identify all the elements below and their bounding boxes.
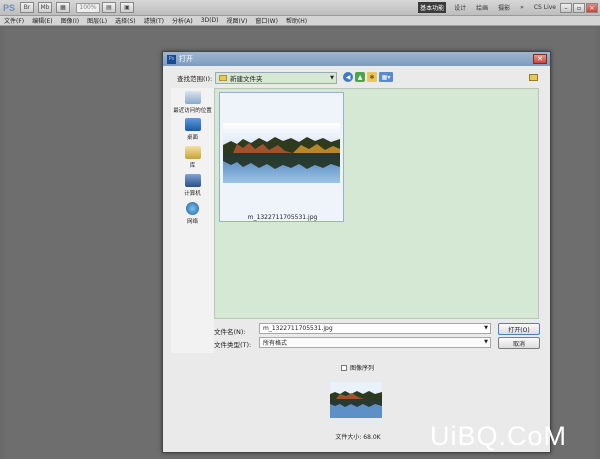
image-sequence-checkbox[interactable] xyxy=(341,364,347,371)
places-bar: 最近访问的位置 桌面 库 计算机 网络 xyxy=(171,88,214,353)
menu-3d[interactable]: 3D(D) xyxy=(197,17,223,24)
place-network[interactable]: 网络 xyxy=(171,202,214,225)
workspace-photography[interactable]: 摄影 xyxy=(496,2,512,13)
menu-image[interactable]: 图像(I) xyxy=(57,16,83,25)
open-dialog: Ps 打开 ✕ 查找范围(I): 新建文件夹 ▼ ◀ ▲ ✱ ▦▾ 最近访问的位… xyxy=(162,51,551,453)
look-in-value: 新建文件夹 xyxy=(230,75,263,83)
cancel-button[interactable]: 取消 xyxy=(498,337,540,349)
app-toolbar: PS Br Mb ▦ 100% ▤ ▣ 基本功能 设计 绘画 摄影 » CS L… xyxy=(0,0,600,16)
up-folder-icon[interactable]: ▲ xyxy=(355,72,365,82)
cs-live-button[interactable]: CS Live xyxy=(532,3,558,12)
look-in-select[interactable]: 新建文件夹 ▼ xyxy=(215,72,337,84)
dialog-title-bar[interactable]: Ps 打开 xyxy=(163,52,550,66)
workspace-design[interactable]: 设计 xyxy=(452,2,468,13)
more-workspaces-button[interactable]: » xyxy=(518,3,526,12)
file-list[interactable]: m_1322711705531.jpg xyxy=(214,88,539,319)
workspace-essentials[interactable]: 基本功能 xyxy=(418,2,447,13)
folder-icon xyxy=(219,75,227,81)
file-name-label: 文件名(N): xyxy=(214,328,246,336)
menu-select[interactable]: 选择(S) xyxy=(111,16,140,25)
file-thumbnail xyxy=(223,123,340,183)
desktop-icon xyxy=(184,118,201,131)
minimize-icon[interactable]: – xyxy=(560,3,572,13)
menu-analysis[interactable]: 分析(A) xyxy=(168,16,197,25)
place-desktop[interactable]: 桌面 xyxy=(171,118,214,141)
menu-bar: 文件(F) 编辑(E) 图像(I) 图层(L) 选择(S) 滤镜(T) 分析(A… xyxy=(0,16,600,26)
network-icon xyxy=(186,202,199,215)
folder-options-icon[interactable] xyxy=(529,74,538,81)
menu-help[interactable]: 帮助(H) xyxy=(282,16,311,25)
screen-mode-icon[interactable]: ▣ xyxy=(120,2,134,13)
menu-file[interactable]: 文件(F) xyxy=(0,16,28,25)
recent-places-icon xyxy=(184,91,201,104)
arrange-docs-icon[interactable]: ▤ xyxy=(102,2,116,13)
image-sequence-label: 图像序列 xyxy=(350,365,375,372)
file-name: m_1322711705531.jpg xyxy=(247,214,318,221)
menu-layer[interactable]: 图层(L) xyxy=(83,16,111,25)
file-type-select[interactable]: 所有格式 ▼ xyxy=(259,337,491,348)
computer-icon xyxy=(184,174,201,187)
photoshop-logo: PS xyxy=(2,2,15,13)
back-icon[interactable]: ◀ xyxy=(343,72,353,82)
chevron-down-icon: ▼ xyxy=(330,75,334,81)
restore-icon[interactable]: ▫ xyxy=(573,3,585,13)
dialog-title: 打开 xyxy=(179,55,193,63)
open-button[interactable]: 打开(O) xyxy=(498,323,540,335)
place-libraries[interactable]: 库 xyxy=(171,146,214,169)
file-size-text: 文件大小: 68.0K xyxy=(335,434,381,441)
menu-filter[interactable]: 滤镜(T) xyxy=(140,16,168,25)
bridge-icon[interactable]: Br xyxy=(20,2,34,13)
chevron-down-icon: ▼ xyxy=(484,339,488,345)
file-name-input[interactable]: m_1322711705531.jpg ▼ xyxy=(259,323,491,334)
file-item[interactable]: m_1322711705531.jpg xyxy=(219,92,344,222)
libraries-icon xyxy=(184,146,201,159)
new-folder-icon[interactable]: ✱ xyxy=(367,72,377,82)
site-watermark: UiBQ.CoM xyxy=(430,421,568,451)
chevron-down-icon[interactable]: ▼ xyxy=(484,325,488,331)
menu-window[interactable]: 窗口(W) xyxy=(251,16,282,25)
preview-image xyxy=(330,382,382,418)
dialog-close-icon[interactable]: ✕ xyxy=(533,54,547,64)
place-computer[interactable]: 计算机 xyxy=(171,174,214,197)
menu-edit[interactable]: 编辑(E) xyxy=(28,16,56,25)
view-menu-icon[interactable]: ▦▾ xyxy=(379,72,393,82)
mini-bridge-icon[interactable]: Mb xyxy=(38,2,52,13)
file-type-label: 文件类型(T): xyxy=(214,341,252,349)
place-recent[interactable]: 最近访问的位置 xyxy=(171,91,214,114)
ps-app-icon: Ps xyxy=(167,54,176,64)
look-in-label: 查找范围(I): xyxy=(177,75,213,83)
view-extras-icon[interactable]: ▦ xyxy=(56,2,70,13)
menu-view[interactable]: 视图(V) xyxy=(223,16,252,25)
close-icon[interactable]: ✕ xyxy=(586,3,598,13)
image-sequence-option[interactable]: 图像序列 xyxy=(341,363,374,372)
zoom-level[interactable]: 100% xyxy=(76,2,100,13)
workspace-painting[interactable]: 绘画 xyxy=(474,2,490,13)
